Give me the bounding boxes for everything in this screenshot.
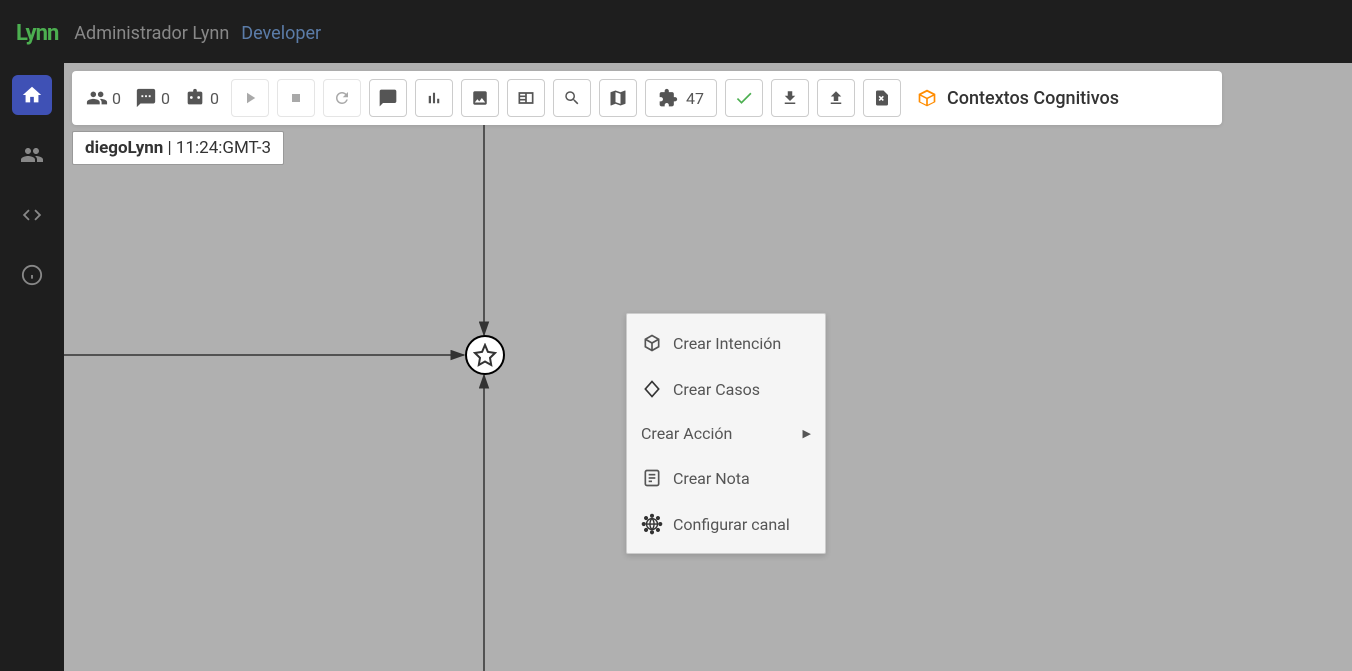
stat-users-value: 0 (112, 89, 121, 108)
chart-icon (425, 89, 443, 107)
sidebar-item-info[interactable] (12, 255, 52, 295)
map-button[interactable] (599, 79, 637, 117)
search-button[interactable] (553, 79, 591, 117)
menu-label: Configurar canal (673, 515, 790, 534)
puzzle-icon (658, 88, 678, 108)
refresh-icon (333, 89, 351, 107)
home-icon (21, 84, 43, 106)
code-icon (21, 204, 43, 226)
sidebar-item-home[interactable] (12, 75, 52, 115)
network-icon (641, 513, 663, 535)
stop-icon (288, 90, 304, 106)
users-icon (86, 87, 108, 109)
sidebar-item-code[interactable] (12, 195, 52, 235)
diamond-icon (641, 378, 663, 400)
chat-icon (135, 87, 157, 109)
menu-label: Crear Casos (673, 380, 760, 399)
stat-chat-value: 0 (161, 89, 170, 108)
search-icon (563, 89, 581, 107)
menu-item-create-note[interactable]: Crear Nota (627, 455, 825, 501)
download-button[interactable] (771, 79, 809, 117)
check-button[interactable] (725, 79, 763, 117)
user-separator: | (163, 138, 176, 158)
check-icon (734, 88, 754, 108)
upload-button[interactable] (817, 79, 855, 117)
toolbar: 0 0 0 (72, 71, 1222, 125)
users-icon (20, 143, 44, 167)
stat-chat[interactable]: 0 (131, 87, 174, 109)
submenu-arrow-icon: ▶ (803, 427, 811, 440)
user-badge: diegoLynn | 11:24:GMT-3 (72, 131, 284, 165)
cube-outline-icon (641, 332, 663, 354)
download-icon (781, 89, 799, 107)
menu-item-create-cases[interactable]: Crear Casos (627, 366, 825, 412)
sidebar (0, 63, 64, 671)
play-icon (241, 89, 259, 107)
menu-label: Crear Intención (673, 334, 781, 353)
upload-icon (827, 89, 845, 107)
sidebar-item-users[interactable] (12, 135, 52, 175)
cognitive-label: Contextos Cognitivos (947, 88, 1119, 109)
cube-icon (917, 88, 937, 108)
image-icon (471, 89, 489, 107)
menu-item-configure-channel[interactable]: Configurar canal (627, 501, 825, 547)
map-icon (608, 88, 628, 108)
menu-item-create-intention[interactable]: Crear Intención (627, 320, 825, 366)
star-node[interactable] (465, 335, 505, 375)
info-icon (21, 264, 43, 286)
puzzle-count: 47 (686, 89, 704, 108)
breadcrumb-admin[interactable]: Administrador Lynn (74, 23, 229, 44)
user-name: diegoLynn (85, 138, 163, 158)
note-icon (641, 467, 663, 489)
play-button (231, 79, 269, 117)
card-button[interactable] (507, 79, 545, 117)
context-menu: Crear Intención Crear Casos Crear Acción… (626, 313, 826, 554)
comment-icon (378, 88, 398, 108)
refresh-button (323, 79, 361, 117)
stop-button (277, 79, 315, 117)
stat-bot-value: 0 (210, 89, 219, 108)
main-area: 0 0 0 (0, 63, 1352, 671)
card-icon (516, 88, 536, 108)
breadcrumb: Administrador Lynn Developer (74, 23, 321, 44)
chart-button[interactable] (415, 79, 453, 117)
puzzle-button[interactable]: 47 (645, 79, 717, 117)
star-icon (473, 343, 497, 367)
file-x-icon (873, 89, 891, 107)
breadcrumb-dev[interactable]: Developer (241, 23, 321, 44)
menu-label: Crear Nota (673, 469, 750, 488)
cognitive-contexts-button[interactable]: Contextos Cognitivos (909, 88, 1127, 109)
comment-button[interactable] (369, 79, 407, 117)
header: Lynn Administrador Lynn Developer (0, 3, 1352, 63)
file-x-button[interactable] (863, 79, 901, 117)
image-button[interactable] (461, 79, 499, 117)
stat-users[interactable]: 0 (82, 87, 125, 109)
menu-item-create-action[interactable]: Crear Acción ▶ (627, 412, 825, 455)
toolbar-stats: 0 0 0 (82, 87, 223, 109)
logo: Lynn (16, 21, 58, 46)
menu-label: Crear Acción (641, 424, 732, 443)
canvas[interactable]: 0 0 0 (64, 63, 1352, 671)
user-time: 11:24:GMT-3 (176, 138, 271, 158)
bot-icon (184, 87, 206, 109)
stat-bot[interactable]: 0 (180, 87, 223, 109)
